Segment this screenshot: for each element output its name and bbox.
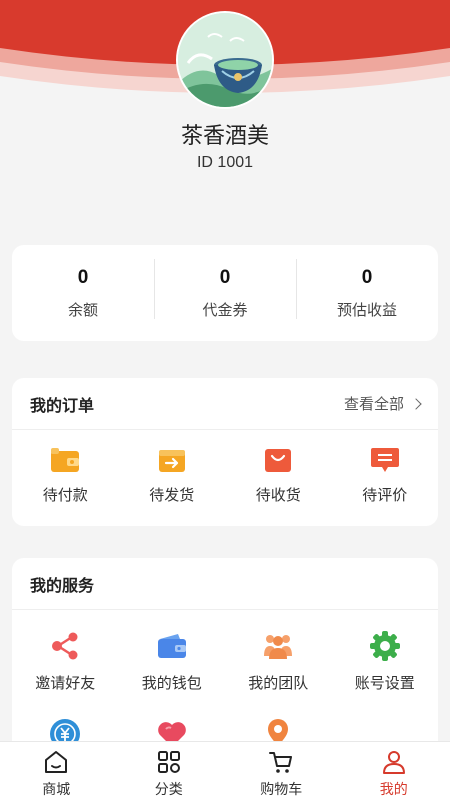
user-id: ID 1001: [196, 154, 254, 171]
order-pending-shipment[interactable]: 待发货: [119, 446, 226, 505]
balance-stats-card: 0 余额 0 代金券 0 预估收益: [12, 245, 438, 341]
bottom-tab-bar: 商城 分类 购物车 我的: [0, 741, 450, 800]
service-my-wallet[interactable]: 我的钱包: [119, 630, 226, 718]
tea-cup-illustration: [178, 13, 272, 107]
tab-cart[interactable]: 购物车: [225, 742, 338, 800]
order-item-label: 待收货: [255, 487, 301, 504]
stat-balance[interactable]: 0 余额: [12, 267, 154, 320]
service-invite-friends[interactable]: 邀请好友: [12, 630, 119, 718]
stat-label: 余额: [67, 301, 98, 319]
order-pending-review[interactable]: 待评价: [332, 446, 439, 505]
service-label: 邀请好友: [35, 675, 96, 692]
gear-icon: [369, 631, 400, 661]
chevron-right-icon: [410, 397, 422, 410]
order-pending-receipt[interactable]: 待收货: [225, 446, 332, 505]
share-icon: [52, 632, 78, 660]
user-icon: [382, 751, 405, 774]
stat-estimated-income[interactable]: 0 预估收益: [296, 258, 438, 320]
team-icon: [264, 635, 293, 659]
stat-label: 代金券: [202, 301, 248, 319]
username: 茶香酒美: [180, 123, 269, 148]
tab-label: 我的: [379, 781, 408, 797]
comment-icon: [370, 448, 399, 472]
wallet-icon: [51, 448, 80, 472]
view-all-orders-link[interactable]: 查看全部: [343, 393, 422, 414]
wallet-icon: [157, 634, 186, 658]
box-arrow-icon: [158, 450, 185, 472]
stat-value: 0: [361, 266, 373, 288]
shopping-bag-icon: [265, 449, 292, 472]
stat-value: 0: [219, 266, 231, 288]
service-my-team[interactable]: 我的团队: [225, 630, 332, 718]
avatar[interactable]: [176, 11, 274, 109]
services-title: 我的服务: [30, 577, 95, 595]
stat-label: 预估收益: [336, 301, 397, 319]
stat-voucher[interactable]: 0 代金券: [154, 258, 296, 320]
order-item-label: 待发货: [149, 487, 195, 504]
orders-title: 我的订单: [30, 397, 95, 415]
order-item-label: 待付款: [42, 487, 88, 504]
service-label: 账号设置: [354, 675, 415, 692]
service-account-settings[interactable]: 账号设置: [332, 630, 439, 718]
order-item-label: 待评价: [362, 487, 408, 504]
tab-label: 分类: [154, 781, 183, 797]
tab-mall[interactable]: 商城: [0, 742, 113, 800]
tab-category[interactable]: 分类: [113, 742, 226, 800]
service-label: 我的钱包: [141, 675, 202, 692]
orders-header: 我的订单 查看全部: [12, 378, 438, 430]
tab-mine[interactable]: 我的: [338, 742, 450, 800]
my-orders-card: 我的订单 查看全部 待付款 待发货 待收货 待评价: [12, 378, 438, 526]
tab-label: 购物车: [260, 781, 303, 797]
services-header: 我的服务: [12, 558, 438, 610]
grid-icon: [157, 751, 180, 773]
cart-icon: [269, 752, 293, 773]
order-pending-payment[interactable]: 待付款: [12, 446, 119, 505]
tab-label: 商城: [42, 781, 71, 797]
home-icon: [45, 751, 68, 773]
service-label: 我的团队: [248, 675, 309, 692]
stat-value: 0: [77, 266, 89, 288]
view-all-label: 查看全部: [343, 396, 404, 413]
